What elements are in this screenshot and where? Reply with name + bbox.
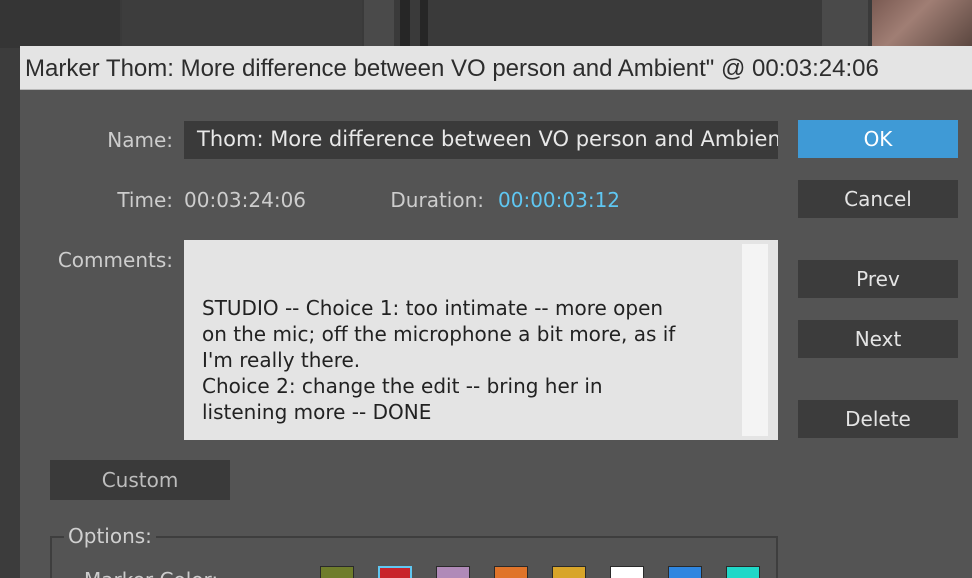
color-swatch[interactable] [320,566,354,578]
options-legend: Options: [64,524,156,548]
background-panel [430,0,820,48]
color-swatch[interactable] [552,566,586,578]
color-swatch[interactable] [436,566,470,578]
color-swatch[interactable] [610,566,644,578]
background-divider [364,0,394,48]
color-swatch[interactable] [494,566,528,578]
color-swatch[interactable] [726,566,760,578]
background-divider [420,0,428,48]
time-label: Time: [117,188,173,212]
time-value: 00:03:24:06 [184,188,307,212]
comments-textarea[interactable]: STUDIO -- Choice 1: too intimate -- more… [184,240,778,440]
background-divider [400,0,410,48]
color-swatch[interactable] [378,566,412,578]
background-app [0,0,972,48]
next-button[interactable]: Next [798,320,958,358]
color-swatch[interactable] [668,566,702,578]
comments-text: STUDIO -- Choice 1: too intimate -- more… [202,296,676,424]
ok-button[interactable]: OK [798,120,958,158]
background-panel [0,0,120,48]
name-input[interactable]: Thom: More difference between VO person … [184,121,778,159]
delete-button[interactable]: Delete [798,400,958,438]
prev-button[interactable]: Prev [798,260,958,298]
duration-label: Duration: [390,188,484,212]
background-divider [822,0,868,48]
duration-value[interactable]: 00:00:03:12 [498,188,620,212]
dialog-titlebar[interactable]: Marker Thom: More difference between VO … [20,46,972,90]
background-panel [122,0,362,48]
cancel-button[interactable]: Cancel [798,180,958,218]
background-thumbnail [872,0,972,48]
marker-color-label: Marker Color: [84,568,218,578]
name-label: Name: [107,128,173,152]
dialog-title: Marker Thom: More difference between VO … [25,55,879,82]
comments-label: Comments: [57,248,173,272]
comments-scrollbar[interactable] [742,244,768,436]
marker-dialog: Marker Thom: More difference between VO … [20,46,972,578]
custom-button[interactable]: Custom [50,460,230,500]
